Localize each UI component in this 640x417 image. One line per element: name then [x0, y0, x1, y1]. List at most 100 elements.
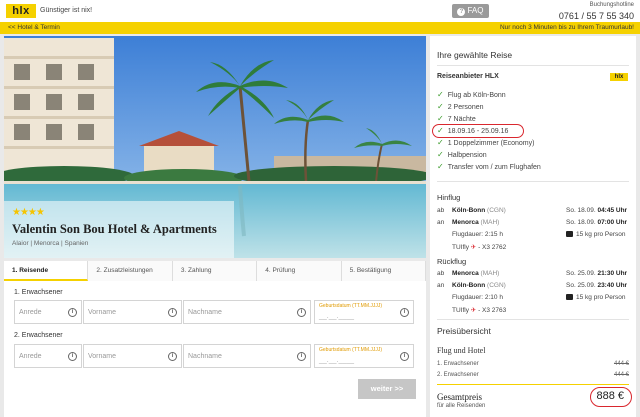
person-2-lastname-input[interactable]: Nachname i: [183, 344, 311, 368]
lastname-placeholder: Nachname: [188, 353, 222, 360]
tuifly-icon: ✈: [470, 307, 477, 314]
person-1-lastname-input[interactable]: Nachname i: [183, 300, 311, 324]
inbound-dep-datetime: So. 25.09. 21:30 Uhr: [566, 270, 628, 277]
info-icon[interactable]: i: [168, 352, 177, 361]
person-2-firstname-input[interactable]: Vorname i: [83, 344, 182, 368]
hotline-label: Buchungshotline: [589, 2, 634, 8]
step-zusatzleistungen[interactable]: 2. Zusatzleistungen: [88, 261, 173, 281]
info-bar: << Hotel & Termin Nur noch 3 Minuten bis…: [0, 22, 640, 34]
firstname-placeholder: Vorname: [88, 309, 117, 316]
check-icon: ✓: [437, 150, 444, 159]
step-bestaetigung[interactable]: 5. Bestätigung: [341, 261, 427, 281]
faq-label: FAQ: [467, 6, 484, 15]
inbound-arr-prefix: an: [437, 282, 445, 289]
firstname-placeholder: Vorname: [88, 353, 117, 360]
birthdate-label: Geburtsdatum (TT.MM.JJJJ): [319, 347, 383, 353]
step-zahlung[interactable]: 3. Zahlung: [172, 261, 258, 281]
price-row: 1. Erwachsener 444 €: [437, 361, 629, 367]
salutation-placeholder: Anrede: [19, 309, 42, 316]
date-highlight-annotation: [432, 124, 524, 138]
back-to-hotel-link[interactable]: << Hotel & Termin: [4, 22, 64, 34]
salutation-placeholder: Anrede: [19, 353, 42, 360]
feature-item: ✓ Flug ab Köln-Bonn: [437, 90, 506, 99]
hotel-location: Alaior | Menorca | Spanien: [12, 240, 89, 247]
info-icon[interactable]: i: [400, 352, 409, 361]
info-icon[interactable]: i: [68, 308, 77, 317]
person-1-birthdate-input[interactable]: Geburtsdatum (TT.MM.JJJJ) __.__.____ i: [314, 300, 414, 324]
check-icon: ✓: [437, 138, 444, 147]
inbound-dep-prefix: ab: [437, 270, 445, 277]
check-icon: ✓: [437, 114, 444, 123]
price-overview-title: Preisübersicht: [437, 326, 491, 336]
feature-item: ✓ Halbpension: [437, 150, 487, 159]
price-subtitle: Flug und Hotel: [437, 346, 486, 355]
feature-item: ✓ 2 Personen: [437, 102, 484, 111]
hotel-name: Valentin Son Bou Hotel & Apartments: [12, 222, 217, 236]
luggage-icon: [566, 294, 573, 300]
birthdate-placeholder: __.__.____: [319, 313, 355, 320]
check-icon: ✓: [437, 102, 444, 111]
inbound-dep-airport: Menorca (MAH): [452, 270, 500, 277]
outbound-arr-datetime: So. 18.09. 07:00 Uhr: [566, 219, 628, 226]
booking-steps: 1. Reisende 2. Zusatzleistungen 3. Zahlu…: [4, 261, 427, 281]
person-1-label: 1. Erwachsener: [14, 289, 63, 296]
inbound-arr-datetime: So. 25.09. 23:40 Uhr: [566, 282, 628, 289]
traveler-form: 1. Erwachsener Anrede i Vorname i Nachna…: [4, 281, 426, 417]
outbound-flight: TUIfly ✈ - X3 2762: [452, 244, 507, 251]
inbound-duration: Flugdauer: 2:10 h: [452, 294, 503, 301]
info-icon[interactable]: i: [400, 308, 409, 317]
inbound-flight: TUIfly ✈ - X3 2763: [452, 307, 507, 314]
inbound-title: Rückflug: [437, 257, 467, 266]
total-sublabel: für alle Reisenden: [437, 403, 486, 409]
person-2-birthdate-input[interactable]: Geburtsdatum (TT.MM.JJJJ) __.__.____ i: [314, 344, 414, 368]
step-pruefung[interactable]: 4. Prüfung: [257, 261, 342, 281]
question-icon: ?: [457, 8, 466, 16]
info-icon[interactable]: i: [297, 352, 306, 361]
luggage-icon: [566, 231, 573, 237]
outbound-arr-airport: Menorca (MAH): [452, 219, 500, 226]
person-1-firstname-input[interactable]: Vorname i: [83, 300, 182, 324]
lastname-placeholder: Nachname: [188, 309, 222, 316]
promo-text: Nur noch 3 Minuten bis zu Ihrem Traumurl…: [499, 24, 634, 31]
birthdate-label: Geburtsdatum (TT.MM.JJJJ): [319, 303, 383, 309]
site-header: hlx Günstiger ist nix! ? FAQ Buchungshotl…: [0, 0, 640, 22]
outbound-dep-prefix: ab: [437, 207, 445, 214]
outbound-baggage: 15 kg pro Person: [566, 231, 626, 238]
inbound-baggage: 15 kg pro Person: [566, 294, 626, 301]
outbound-dep-airport: Köln-Bonn (CGN): [452, 207, 506, 214]
tuifly-icon: ✈: [470, 244, 477, 251]
provider-logo: hlx: [610, 73, 628, 81]
check-icon: ✓: [437, 90, 444, 99]
total-divider: [437, 384, 629, 385]
step-reisende[interactable]: 1. Reisende: [4, 261, 89, 281]
total-label: Gesamtpreis: [437, 392, 482, 402]
divider: [437, 181, 629, 182]
hotel-hero-image: ★★★★ Valentin Son Bou Hotel & Apartments…: [4, 36, 426, 258]
feature-item: ✓ 7 Nächte: [437, 114, 476, 123]
info-icon[interactable]: i: [297, 308, 306, 317]
next-button[interactable]: weiter >>: [358, 379, 416, 399]
person-2-label: 2. Erwachsener: [14, 332, 63, 339]
outbound-arr-prefix: an: [437, 219, 445, 226]
divider: [437, 65, 629, 66]
inbound-arr-airport: Köln-Bonn (CGN): [452, 282, 506, 289]
feature-item: ✓ 1 Doppelzimmer (Economy): [437, 138, 535, 147]
info-icon[interactable]: i: [68, 352, 77, 361]
birthdate-placeholder: __.__.____: [319, 357, 355, 364]
faq-button[interactable]: ? FAQ: [452, 4, 489, 18]
divider: [437, 319, 629, 320]
person-2-salutation-select[interactable]: Anrede i: [14, 344, 82, 368]
slogan: Günstiger ist nix!: [40, 7, 93, 14]
hotel-star-rating: ★★★★: [12, 207, 45, 218]
check-icon: ✓: [437, 162, 444, 171]
person-1-salutation-select[interactable]: Anrede i: [14, 300, 82, 324]
outbound-duration: Flugdauer: 2:15 h: [452, 231, 503, 238]
total-highlight-annotation: [590, 387, 632, 407]
outbound-dep-datetime: So. 18.09. 04:45 Uhr: [566, 207, 628, 214]
hotline-number[interactable]: 0761 / 55 7 55 340: [559, 11, 634, 21]
info-icon[interactable]: i: [168, 308, 177, 317]
hlx-logo[interactable]: hlx: [6, 4, 36, 18]
provider-label: Reiseanbieter HLX: [437, 73, 499, 80]
sidebar-title: Ihre gewählte Reise: [437, 50, 513, 60]
trip-summary-sidebar: Ihre gewählte Reise Reiseanbieter HLX hl…: [430, 36, 636, 417]
